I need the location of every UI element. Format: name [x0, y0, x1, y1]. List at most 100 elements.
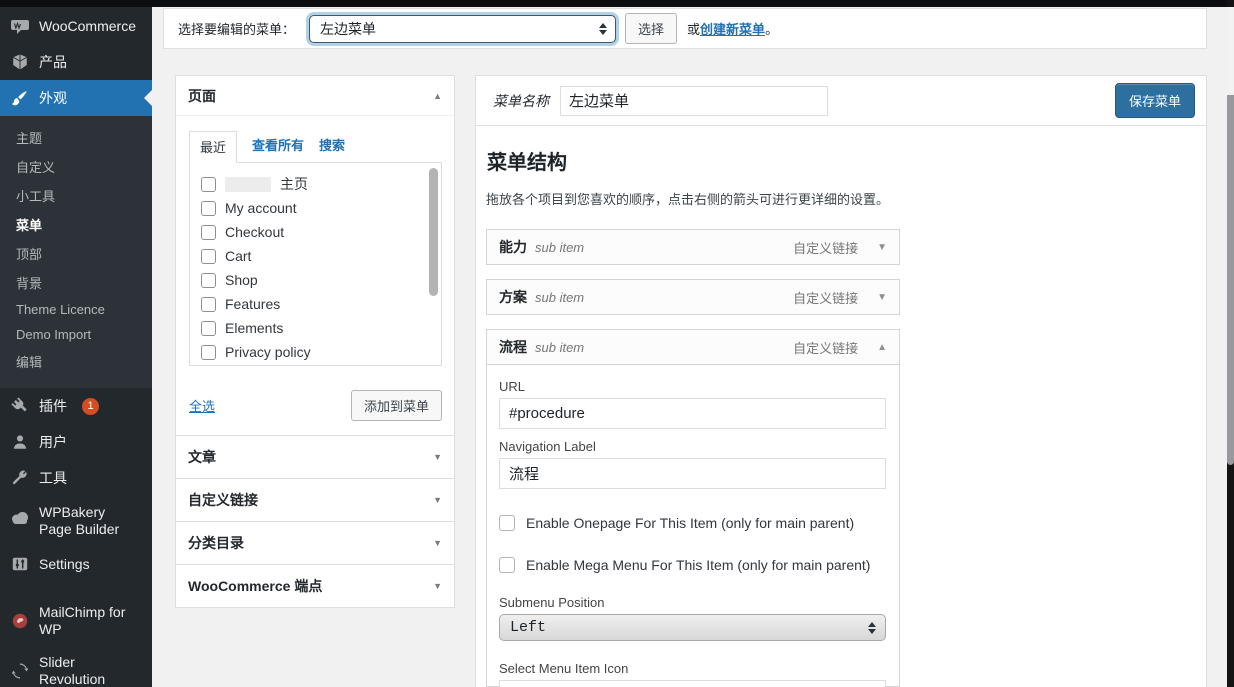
tab-search[interactable]: 搜索 [319, 130, 345, 162]
submenu-item-background[interactable]: 背景 [0, 268, 152, 297]
save-menu-button[interactable]: 保存菜单 [1114, 83, 1195, 118]
url-input[interactable] [499, 398, 886, 429]
page-item-label: Elements [225, 320, 284, 336]
submenu-item-widgets[interactable]: 小工具 [0, 181, 152, 210]
select-stepper-icon [868, 621, 876, 634]
expand-arrow-icon[interactable]: ▼ [433, 538, 442, 548]
sidebar-item-label: MailChimp for WP [39, 604, 126, 637]
wpbakery-icon [10, 508, 30, 528]
sidebar-item-appearance[interactable]: 外观 [0, 80, 152, 116]
page-item-label: Shop [225, 272, 258, 288]
expand-arrow-icon[interactable]: ▼ [433, 495, 442, 505]
page-checkbox[interactable] [201, 296, 216, 312]
menu-item-nengli[interactable]: 能力 sub item 自定义链接 ▼ [486, 229, 900, 265]
period-text: 。 [765, 22, 779, 37]
sidebar-item-mailchimp[interactable]: MailChimp for WP [0, 596, 152, 646]
sidebar-item-label: Slider Revolution [39, 654, 106, 687]
pages-panel-body: 最近 查看所有 搜索 主页 My account Checkout Cart S… [176, 116, 454, 378]
scrollbar-thumb[interactable] [429, 168, 438, 296]
menu-item-settings-panel: URL Navigation Label Enable Onepage For … [486, 365, 900, 687]
submenu-item-demo-import[interactable]: Demo Import [0, 322, 152, 347]
menu-item-icon-input[interactable] [499, 680, 886, 687]
sidebar-item-label: 用户 [39, 433, 67, 450]
choose-menu-button[interactable]: 选择 [625, 13, 678, 44]
tab-view-all[interactable]: 查看所有 [252, 130, 304, 162]
expand-arrow-icon[interactable]: ▼ [433, 581, 442, 591]
sidebar-item-label: Settings [39, 555, 90, 572]
page-checkbox[interactable] [201, 272, 216, 288]
page-checkbox[interactable] [201, 200, 216, 216]
collapse-arrow-icon[interactable]: ▲ [433, 91, 442, 101]
menu-name-input[interactable] [560, 85, 828, 116]
submenu-item-header[interactable]: 顶部 [0, 239, 152, 268]
scrollbar-track-top [1227, 7, 1234, 95]
sidebar-item-products[interactable]: 产品 [0, 44, 152, 80]
menu-item-liucheng[interactable]: 流程 sub item 自定义链接 ▲ [486, 329, 900, 365]
menu-editor-card: 菜单名称 保存菜单 菜单结构 拖放各个项目到您喜欢的顺序，点击右侧的箭头可进行更… [475, 75, 1207, 687]
submenu-item-menus[interactable]: 菜单 [0, 210, 152, 239]
sidebar-item-users[interactable]: 用户 [0, 424, 152, 460]
or-text: 或 [687, 22, 701, 37]
tab-most-recent[interactable]: 最近 [189, 131, 238, 163]
create-new-menu-link[interactable]: 创建新菜单 [700, 19, 765, 38]
navigation-label: Navigation Label [499, 439, 596, 454]
expand-arrow-icon[interactable]: ▼ [877, 292, 887, 303]
menu-item-subitem-tag: sub item [535, 239, 585, 255]
appearance-submenu: 主题 自定义 小工具 菜单 顶部 背景 Theme Licence Demo I… [0, 116, 152, 388]
pages-panel-header[interactable]: 页面 ▲ [176, 76, 454, 116]
page-checkbox[interactable] [201, 224, 216, 240]
menu-item-subitem-tag: sub item [535, 289, 585, 305]
select-all-link[interactable]: 全选 [189, 396, 215, 415]
woocommerce-endpoints-panel-header[interactable]: WooCommerce 端点 ▼ [176, 564, 454, 607]
manage-menus-bar: 选择要编辑的菜单： 左边菜单 选择 或 创建新菜单 。 [163, 8, 1207, 49]
categories-panel-header[interactable]: 分类目录 ▼ [176, 521, 454, 564]
slider-revolution-icon [10, 661, 30, 681]
url-label: URL [499, 379, 526, 394]
sidebar-item-plugins[interactable]: 插件 1 [0, 388, 152, 424]
sidebar-item-tools[interactable]: 工具 [0, 460, 152, 496]
custom-links-panel-header[interactable]: 自定义链接 ▼ [176, 478, 454, 521]
page-checkbox[interactable] [201, 176, 216, 192]
expand-arrow-icon[interactable]: ▼ [433, 452, 442, 462]
pages-panel-title: 页面 [188, 87, 216, 104]
sidebar-item-settings[interactable]: Settings [0, 546, 152, 582]
menu-items-list: 能力 sub item 自定义链接 ▼ 方案 sub item 自定义链接 ▼ … [486, 229, 900, 687]
enable-onepage-checkbox[interactable] [499, 515, 515, 531]
submenu-position-select[interactable]: Left [499, 614, 886, 641]
page-checkbox[interactable] [201, 320, 216, 336]
page-item-label: My account [225, 200, 297, 216]
navigation-label-input[interactable] [499, 458, 886, 489]
sidebar-item-woocommerce[interactable]: WooCommerce [0, 8, 152, 44]
menu-select-dropdown[interactable]: 左边菜单 [309, 14, 617, 43]
collapse-arrow-icon[interactable]: ▲ [877, 342, 887, 353]
tools-icon [10, 468, 30, 488]
window-scrollbar-thumb[interactable] [1227, 95, 1234, 465]
page-checkbox[interactable] [201, 344, 216, 360]
sidebar-item-wpbakery[interactable]: WPBakery Page Builder [0, 496, 152, 546]
sidebar-item-label: WooCommerce [39, 17, 136, 34]
menu-structure-title: 菜单结构 [487, 152, 567, 174]
menu-item-fangan[interactable]: 方案 sub item 自定义链接 ▼ [486, 279, 900, 315]
page-list-item: Checkout [201, 220, 441, 244]
appearance-icon [10, 88, 30, 108]
submenu-item-themes[interactable]: 主题 [0, 123, 152, 152]
categories-panel-title: 分类目录 [188, 535, 244, 551]
active-item-notch [136, 90, 152, 106]
enable-mega-menu-checkbox[interactable] [499, 557, 515, 573]
admin-top-bar [0, 0, 1234, 7]
page-list-item: Elements [201, 316, 441, 340]
expand-arrow-icon[interactable]: ▼ [877, 242, 887, 253]
submenu-item-editor[interactable]: 编辑 [0, 347, 152, 376]
page-checkbox[interactable] [201, 248, 216, 264]
sidebar-item-slider-revolution[interactable]: Slider Revolution [0, 646, 152, 687]
page-list-item: Cart [201, 244, 441, 268]
settings-icon [10, 554, 30, 574]
submenu-item-customize[interactable]: 自定义 [0, 152, 152, 181]
admin-sidebar: WooCommerce 产品 外观 主题 自定义 小工具 菜单 顶部 背景 Th… [0, 0, 152, 687]
pages-tabs: 最近 查看所有 搜索 [189, 130, 442, 163]
menu-name-label: 菜单名称 [493, 92, 549, 109]
posts-panel-header[interactable]: 文章 ▼ [176, 435, 454, 478]
submenu-item-theme-licence[interactable]: Theme Licence [0, 297, 152, 322]
add-to-menu-button[interactable]: 添加到菜单 [350, 390, 442, 421]
pages-checklist: 主页 My account Checkout Cart Shop Feature… [189, 162, 442, 366]
